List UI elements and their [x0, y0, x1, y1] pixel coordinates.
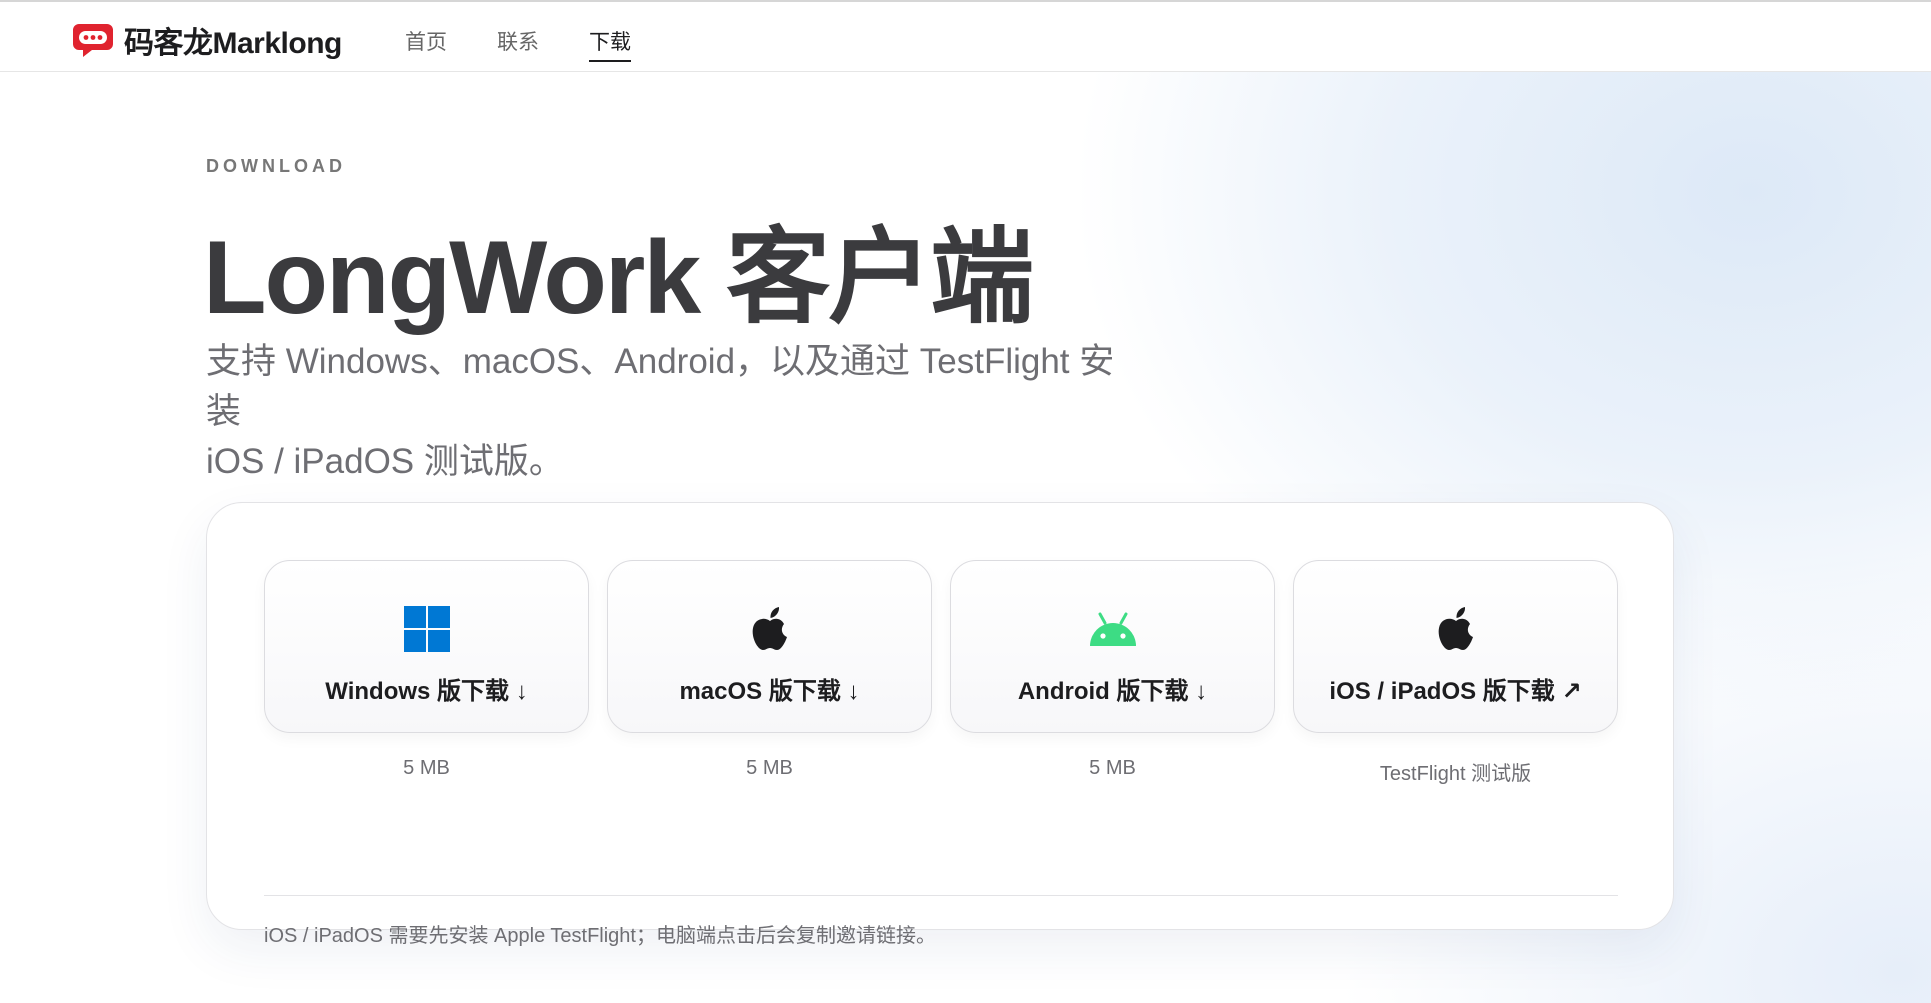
ios-testflight-note: TestFlight 测试版	[1379, 763, 1532, 785]
android-download-label: Android 版下载 ↓	[1017, 678, 1208, 705]
macos-file-size: 5 MB	[746, 757, 793, 779]
windows-download-button[interactable]: Windows 版下载 ↓	[264, 560, 589, 733]
brand-name: 码客龙Marklong	[124, 27, 342, 60]
download-card: Windows 版下载 ↓ 5 MB macOS 版下载 ↓ 5 MB Andr…	[206, 502, 1674, 947]
android-file-size: 5 MB	[1089, 757, 1136, 779]
download-hero-section: DOWNLOAD LongWork 客户端 支持 Windows、macOS、A…	[0, 72, 1931, 1003]
page-title: LongWork 客户端	[203, 220, 1034, 336]
macos-download-button[interactable]: macOS 版下载 ↓	[607, 560, 932, 733]
install-note: iOS / iPadOS 需要先安装 Apple TestFlight；电脑端点…	[264, 925, 936, 947]
top-navigation-bar: 码客龙Marklong 首页 联系 下载	[0, 0, 1931, 72]
card-divider	[264, 895, 1618, 896]
windows-icon	[403, 606, 450, 652]
apple-icon	[1438, 607, 1473, 650]
chat-bubble-logo-icon	[73, 24, 113, 57]
nav-link-contact[interactable]: 联系	[497, 26, 539, 62]
main-nav: 首页 联系 下载	[405, 26, 631, 62]
section-eyebrow: DOWNLOAD	[206, 156, 346, 176]
ios-download-button[interactable]: iOS / iPadOS 版下载 ↗	[1293, 560, 1618, 733]
nav-link-download[interactable]: 下载	[589, 26, 631, 62]
macos-download-label: macOS 版下载 ↓	[679, 678, 860, 705]
brand-logo-link[interactable]: 码客龙Marklong	[72, 18, 342, 62]
windows-download-label: Windows 版下载 ↓	[325, 678, 528, 705]
android-icon	[1089, 612, 1136, 646]
subtitle-line-1: 支持 Windows、macOS、Android，以及通过 TestFlight…	[206, 342, 1115, 431]
subtitle-line-2: iOS / iPadOS 测试版。	[206, 442, 564, 481]
android-download-button[interactable]: Android 版下载 ↓	[950, 560, 1275, 733]
windows-file-size: 5 MB	[403, 757, 450, 779]
ios-download-label: iOS / iPadOS 版下载 ↗	[1329, 678, 1582, 705]
apple-icon	[752, 607, 787, 650]
nav-link-home[interactable]: 首页	[405, 26, 447, 62]
page-subtitle: 支持 Windows、macOS、Android，以及通过 TestFlight…	[206, 337, 1146, 487]
